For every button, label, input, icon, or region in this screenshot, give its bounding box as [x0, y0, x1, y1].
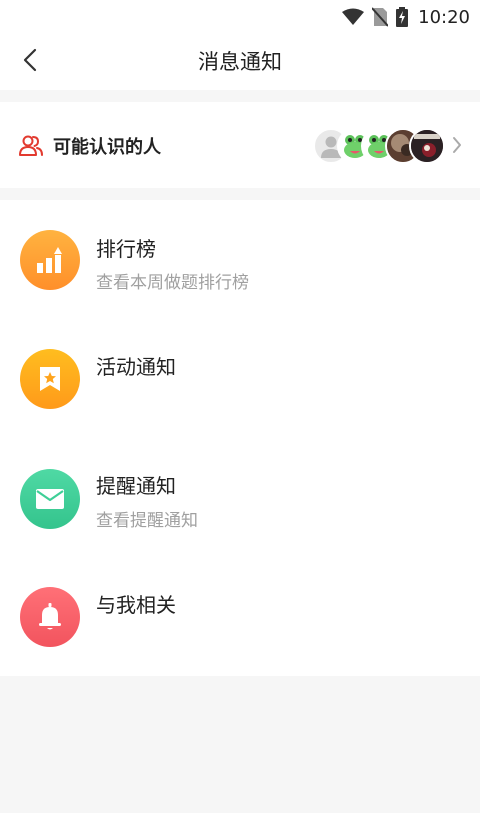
bar-chart-up-icon: [20, 230, 80, 290]
envelope-icon: [20, 469, 80, 529]
item-title: 活动通知: [96, 355, 176, 379]
avatar-stack[interactable]: [313, 128, 445, 164]
list-item-reminder[interactable]: 提醒通知 查看提醒通知: [0, 437, 480, 555]
message-category-list: 排行榜 查看本周做题排行榜 活动通知 提醒通知 查看提醒通知 与我相关: [0, 200, 480, 676]
chevron-right-icon: [452, 136, 462, 158]
no-sim-icon: [372, 7, 389, 27]
status-icons: 10:20: [334, 5, 470, 29]
people-icon: [19, 135, 43, 161]
battery-charging-icon: [396, 7, 409, 27]
people-label: 可能认识的人: [53, 137, 161, 158]
page-title: 消息通知: [198, 50, 282, 74]
people-you-may-know-row[interactable]: 可能认识的人: [0, 102, 480, 188]
bookmark-star-icon: [20, 349, 80, 409]
item-title: 与我相关: [96, 593, 176, 617]
back-button[interactable]: [14, 46, 46, 78]
list-item-ranking[interactable]: 排行榜 查看本周做题排行榜: [0, 200, 480, 318]
item-title: 排行榜: [96, 237, 156, 261]
list-item-activity[interactable]: 活动通知: [0, 318, 480, 436]
avatar: [409, 128, 445, 164]
wifi-icon: [342, 8, 365, 26]
bell-icon: [20, 587, 80, 647]
back-arrow-icon: [22, 48, 38, 76]
list-item-related-to-me[interactable]: 与我相关: [0, 556, 480, 674]
header-bar: 消息通知: [0, 34, 480, 90]
status-time: 10:20: [418, 6, 470, 28]
status-bar: 10:20: [0, 0, 480, 34]
item-subtitle: 查看本周做题排行榜: [96, 273, 249, 293]
item-title: 提醒通知: [96, 474, 176, 498]
item-subtitle: 查看提醒通知: [96, 511, 198, 531]
